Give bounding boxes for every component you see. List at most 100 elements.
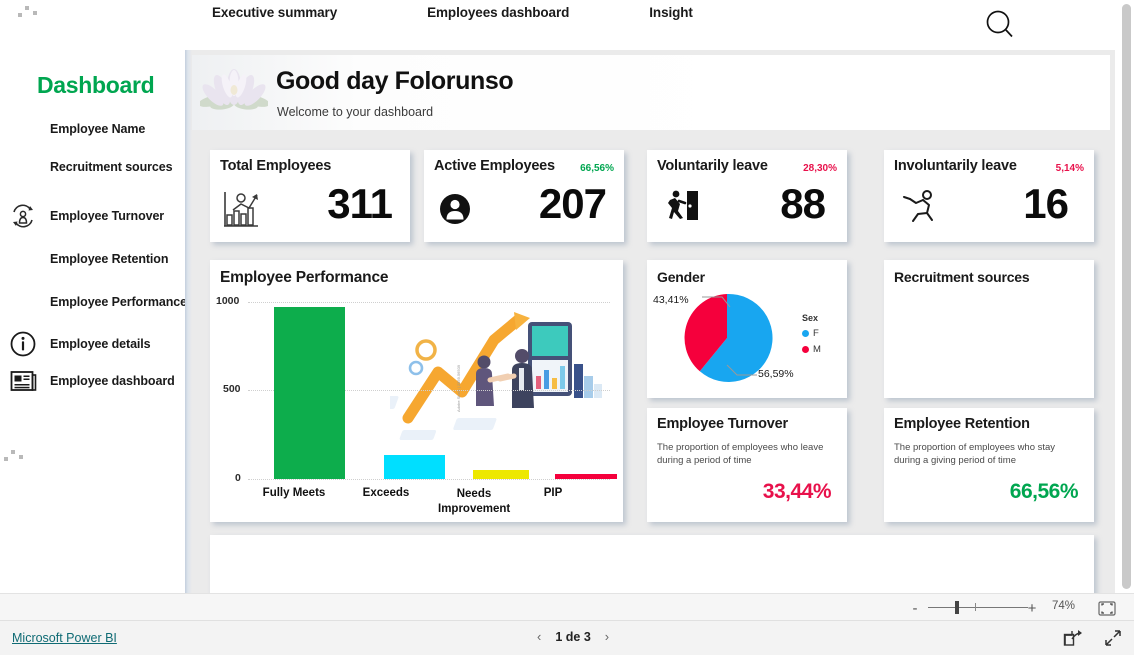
- vertical-scrollbar[interactable]: [1122, 4, 1131, 589]
- page-navigator: ‹ 1 de 3 ›: [537, 629, 609, 644]
- kpi-value: 88: [780, 180, 826, 227]
- person-badge-icon: [438, 192, 472, 231]
- bar-chart-person-icon: [220, 188, 262, 235]
- turnover-cycle-icon: [8, 202, 38, 230]
- zoom-out-button[interactable]: -: [908, 600, 922, 617]
- chevron-right-icon[interactable]: ›: [605, 629, 609, 644]
- x-label-fully-meets: Fully Meets: [262, 487, 326, 499]
- legend-label-m: M: [813, 344, 821, 355]
- card-description: The proportion of employees who stay dur…: [894, 442, 1056, 466]
- lotus-flower-image: [198, 57, 270, 119]
- info-circle-icon: [8, 330, 38, 358]
- kpi-percentage: 28,30%: [803, 163, 837, 174]
- greeting-banner: Good day Folorunso Welcome to your dashb…: [192, 55, 1110, 130]
- bar-needs-improvement[interactable]: [473, 470, 529, 479]
- legend-item-f[interactable]: F: [802, 328, 819, 339]
- bar-fully-meets[interactable]: [274, 307, 345, 479]
- pie-leader-line-m: [702, 296, 731, 308]
- kpi-value: 207: [538, 180, 607, 227]
- tab-executive-summary[interactable]: Executive summary: [212, 0, 337, 20]
- sidebar-item-recruitment-sources[interactable]: Recruitment sources: [0, 153, 185, 181]
- status-bar: - + 74%: [0, 593, 1134, 621]
- power-bi-report-window: Executive summary Employees dashboard In…: [0, 0, 1134, 655]
- chart-title: Gender: [657, 269, 705, 285]
- sidebar-item-employee-dashboard[interactable]: Employee dashboard: [0, 367, 185, 395]
- sidebar-item-label: Recruitment sources: [50, 160, 173, 174]
- y-tick-500: 500: [223, 383, 241, 395]
- bar-pip[interactable]: [555, 474, 617, 479]
- chart-title: Employee Performance: [220, 269, 389, 286]
- x-label-exceeds: Exceeds: [362, 487, 410, 499]
- running-person-icon: [898, 186, 942, 231]
- sidebar-title: Dashboard: [37, 72, 155, 98]
- kpi-title: Total Employees: [220, 158, 332, 174]
- decorative-dots-bottom: [2, 448, 28, 466]
- kpi-percentage: 66,56%: [580, 163, 614, 174]
- card-employee-retention[interactable]: Employee Retention The proportion of emp…: [884, 408, 1094, 522]
- card-value: 66,56%: [1009, 480, 1079, 503]
- tab-insight[interactable]: Insight: [649, 0, 693, 20]
- page-indicator: 1 de 3: [555, 629, 591, 644]
- fullscreen-icon[interactable]: [1103, 629, 1123, 652]
- chart-card-gender[interactable]: Gender 43,41% 56,59% Sex F M: [647, 260, 847, 398]
- sidebar-item-employee-details[interactable]: Employee details: [0, 330, 185, 358]
- card-title: Employee Turnover: [657, 416, 788, 432]
- gridline-0: [248, 479, 610, 480]
- kpi-title: Active Employees: [434, 158, 555, 174]
- card-title: Employee Retention: [894, 416, 1030, 432]
- sidebar-item-employee-performance[interactable]: Employee Performance: [0, 288, 187, 316]
- legend-item-m[interactable]: M: [802, 344, 821, 355]
- sidebar-item-employee-name[interactable]: Employee Name: [0, 115, 185, 143]
- kpi-percentage: 5,14%: [1055, 163, 1084, 174]
- chart-card-employee-performance[interactable]: Employee Performance Adobe Stock | 2359.…: [210, 260, 623, 522]
- power-bi-brand-link[interactable]: Microsoft Power BI: [12, 631, 117, 645]
- legend-label-f: F: [813, 328, 819, 339]
- tab-employees-dashboard[interactable]: Employees dashboard: [427, 0, 569, 20]
- zoom-in-button[interactable]: +: [1025, 600, 1039, 617]
- y-tick-0: 0: [235, 472, 241, 484]
- zoom-slider-track[interactable]: [928, 607, 1028, 608]
- card-employee-turnover[interactable]: Employee Turnover The proportion of empl…: [647, 408, 847, 522]
- pie-leader-line-f: [726, 364, 757, 376]
- kpi-card-active-employees[interactable]: Active Employees 66,56% 207: [424, 150, 624, 242]
- fit-to-page-icon[interactable]: [1098, 601, 1116, 621]
- greeting-title: Good day Folorunso: [276, 67, 514, 95]
- card-description: The proportion of employees who leave du…: [657, 442, 824, 466]
- card-title: Recruitment sources: [894, 269, 1030, 285]
- sidebar-item-label: Employee Performance: [50, 295, 187, 309]
- canvas-left-edge: [185, 50, 192, 605]
- sidebar-item-label: Employee Name: [50, 122, 146, 136]
- report-canvas: Good day Folorunso Welcome to your dashb…: [185, 50, 1115, 605]
- pie-label-m: 43,41%: [653, 294, 689, 306]
- kpi-card-voluntarily-leave[interactable]: Voluntarily leave 28,30% 88: [647, 150, 847, 242]
- sidebar-item-label: Employee Turnover: [50, 209, 165, 223]
- kpi-value: 16: [1023, 180, 1069, 227]
- sidebar-item-employee-retention[interactable]: Employee Retention: [0, 245, 185, 273]
- zoom-slider-thumb[interactable]: [955, 601, 959, 614]
- left-sidebar: Dashboard Employee Name Recruitment sour…: [0, 50, 187, 605]
- sidebar-item-employee-turnover[interactable]: Employee Turnover: [0, 202, 185, 230]
- x-label-pip: PIP: [543, 487, 563, 499]
- sidebar-item-label: Employee dashboard: [50, 374, 175, 388]
- card-recruitment-sources[interactable]: Recruitment sources: [884, 260, 1094, 398]
- legend-swatch-m: [802, 346, 809, 353]
- kpi-card-total-employees[interactable]: Total Employees 311: [210, 150, 410, 242]
- greeting-subtitle: Welcome to your dashboard: [277, 105, 434, 119]
- bar-exceeds[interactable]: [384, 455, 445, 479]
- card-bottom-panel[interactable]: [210, 535, 1094, 597]
- sidebar-item-label: Employee details: [50, 337, 151, 351]
- zoom-level-label: 74%: [1052, 600, 1076, 612]
- search-icon[interactable]: [982, 7, 1018, 43]
- exit-running-icon: [661, 186, 701, 231]
- y-tick-1000: 1000: [216, 295, 240, 307]
- legend-swatch-f: [802, 330, 809, 337]
- share-icon[interactable]: [1063, 629, 1083, 652]
- kpi-card-involuntarily-leave[interactable]: Involuntarily leave 5,14% 16: [884, 150, 1094, 242]
- chevron-left-icon[interactable]: ‹: [537, 629, 541, 644]
- kpi-title: Involuntarily leave: [894, 158, 1017, 174]
- report-page: Good day Folorunso Welcome to your dashb…: [192, 50, 1115, 605]
- kpi-title: Voluntarily leave: [657, 158, 768, 174]
- footer-bar: Microsoft Power BI ‹ 1 de 3 ›: [0, 621, 1134, 655]
- zoom-slider-tick: [975, 603, 976, 611]
- x-label-needs-improvement: Needs Improvement: [438, 488, 511, 515]
